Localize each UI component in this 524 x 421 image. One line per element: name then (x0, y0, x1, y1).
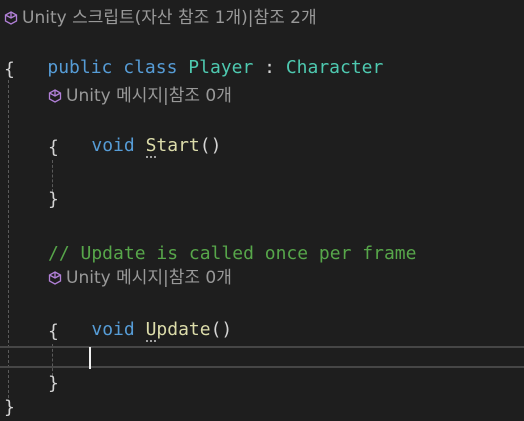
inheritance-colon: : (264, 57, 275, 78)
update-close-brace: } (48, 373, 59, 394)
keyword-class: class (123, 57, 178, 78)
method-name-start[interactable]: Start (145, 135, 200, 158)
text-caret (89, 347, 91, 369)
start-method-declaration: void Start() (48, 110, 221, 158)
start-open-brace: { (48, 137, 59, 158)
suggestion-dots: U (145, 319, 157, 342)
class-close-brace: } (4, 397, 15, 418)
class-declaration: public class Player : Character (4, 32, 383, 78)
unity-icon (48, 89, 62, 103)
keyword-void: void (91, 319, 135, 340)
code-editor[interactable]: Unity 스크립트(자산 참조 1개) | 참조 2개 public class … (0, 0, 524, 421)
keyword-void: void (91, 135, 135, 156)
codelens-class-prefix[interactable]: Unity 스크립트(자산 참조 1개) (22, 6, 248, 30)
class-open-brace: { (4, 59, 15, 80)
suggestion-dots: S (145, 135, 157, 158)
current-line-highlight (0, 346, 524, 368)
codelens-start-references[interactable]: 참조 0개 (169, 84, 232, 108)
update-parens: () (210, 319, 233, 340)
codelens-update[interactable]: Unity 메시지 | 참조 0개 (48, 266, 232, 290)
update-comment: // Update is called once per frame (48, 243, 417, 264)
method-name-update-rest: pdate (156, 319, 211, 340)
keyword-public: public (47, 57, 113, 78)
start-close-brace: } (48, 189, 59, 210)
base-class-name[interactable]: Character (286, 57, 384, 78)
update-method-declaration: void Update() (48, 294, 232, 342)
codelens-update-prefix[interactable]: Unity 메시지 (66, 266, 163, 290)
codelens-class-references[interactable]: 참조 2개 (253, 6, 316, 30)
unity-icon (4, 11, 18, 25)
class-name[interactable]: Player (188, 57, 253, 78)
start-parens: () (199, 135, 222, 156)
codelens-class[interactable]: Unity 스크립트(자산 참조 1개) | 참조 2개 (4, 6, 317, 30)
codelens-update-references[interactable]: 참조 0개 (169, 266, 232, 290)
method-name-start-rest: tart (156, 135, 200, 156)
unity-icon (48, 271, 62, 285)
codelens-start[interactable]: Unity 메시지 | 참조 0개 (48, 84, 232, 108)
method-name-update[interactable]: Update (145, 319, 211, 342)
codelens-start-prefix[interactable]: Unity 메시지 (66, 84, 163, 108)
update-open-brace: { (48, 321, 59, 342)
